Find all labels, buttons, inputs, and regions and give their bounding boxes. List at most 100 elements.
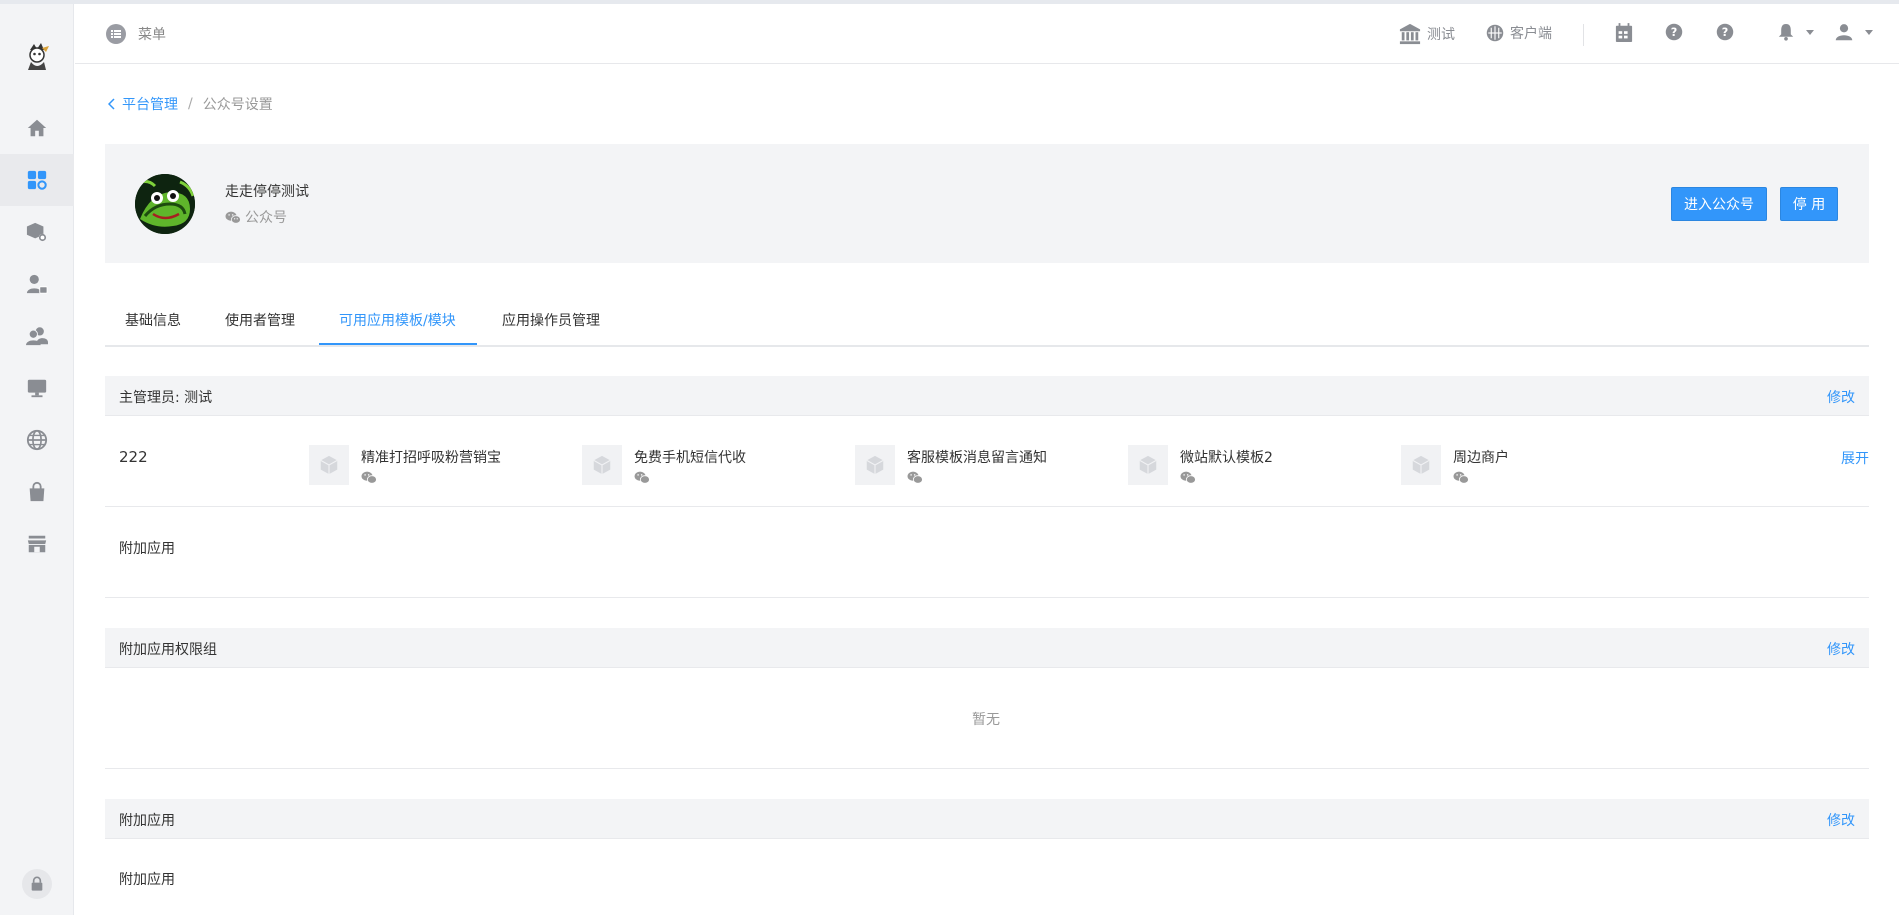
org-label: 测试 — [1427, 27, 1455, 43]
account-name: 走走停停测试 — [225, 184, 309, 200]
calendar-icon — [1615, 23, 1633, 42]
bank-icon — [1399, 23, 1421, 45]
sidebar-item-users[interactable] — [0, 310, 74, 362]
app-item[interactable]: 客服模板消息留言通知 — [855, 445, 1047, 488]
menu-label: 菜单 — [138, 27, 166, 43]
top-header: 菜单 测试 客户端 ? ? — [75, 4, 1899, 64]
section-extra-apps-edit-link[interactable]: 修改 — [1827, 810, 1855, 830]
store-icon — [27, 535, 47, 553]
question-icon: ? — [1665, 23, 1683, 41]
calendar-button[interactable] — [1615, 23, 1639, 43]
tab-basic-info[interactable]: 基础信息 — [125, 310, 181, 330]
account-card: 走走停停测试 公众号 进入公众号 停 用 — [105, 144, 1869, 263]
box-gear-icon — [26, 222, 47, 242]
svg-text:?: ? — [1722, 26, 1729, 39]
row-divider — [105, 506, 1869, 507]
shopping-bag-icon — [29, 481, 45, 502]
account-type: 公众号 — [225, 207, 287, 227]
list-icon — [106, 24, 126, 44]
app-name: 精准打招呼吸粉营销宝 — [361, 450, 501, 466]
client-label: 客户端 — [1510, 26, 1552, 42]
breadcrumb-parent-label: 平台管理 — [122, 97, 178, 113]
help-docs-button[interactable]: ? — [1716, 23, 1740, 41]
tab-users[interactable]: 使用者管理 — [225, 310, 295, 330]
org-switcher[interactable]: 测试 — [1399, 23, 1455, 45]
app-name: 客服模板消息留言通知 — [907, 450, 1047, 466]
account-type-label: 公众号 — [245, 210, 287, 226]
section-permission-group-title: 附加应用权限组 — [119, 642, 217, 658]
app-name: 微站默认模板2 — [1180, 450, 1273, 466]
chevron-down-icon — [1806, 29, 1814, 35]
empty-state-text: 暂无 — [972, 712, 1000, 728]
app-item[interactable]: 精准打招呼吸粉营销宝 — [309, 445, 501, 488]
sidebar-item-modules[interactable] — [0, 206, 74, 258]
section-admin-edit-link[interactable]: 修改 — [1827, 387, 1855, 407]
home-icon — [27, 119, 47, 137]
app-logo[interactable] — [22, 40, 52, 74]
chevron-down-icon — [1865, 29, 1873, 35]
svg-text:?: ? — [1671, 26, 1678, 39]
breadcrumb-parent-link[interactable]: 平台管理 — [108, 94, 178, 114]
tab-app-operators[interactable]: 应用操作员管理 — [502, 310, 600, 330]
user-lock-icon — [26, 274, 48, 294]
account-avatar — [135, 174, 195, 234]
extra-apps-label: 附加应用 — [119, 541, 175, 557]
active-tab-indicator — [319, 343, 477, 345]
section-extra-apps-header: 附加应用 修改 — [105, 799, 1869, 839]
section-admin-header: 主管理员: 测试 修改 — [105, 376, 1869, 416]
wechat-icon — [361, 471, 501, 488]
sidebar-item-home[interactable] — [0, 102, 74, 154]
globe-icon — [26, 429, 48, 451]
cube-icon — [1401, 445, 1441, 485]
client-globe-icon — [1486, 24, 1504, 42]
app-item[interactable]: 周边商户 — [1401, 445, 1509, 488]
chevron-left-icon — [108, 98, 115, 110]
cube-icon — [1128, 445, 1168, 485]
tab-bar: 基础信息 使用者管理 可用应用模板/模块 应用操作员管理 — [105, 293, 1869, 347]
client-link[interactable]: 客户端 — [1486, 23, 1552, 43]
sidebar-item-apps[interactable] — [0, 154, 74, 206]
section-admin-title: 主管理员: 测试 — [119, 390, 213, 406]
sidebar — [0, 4, 74, 915]
wechat-icon — [634, 471, 746, 488]
wechat-icon — [907, 471, 1047, 488]
lock-screen-button[interactable] — [22, 869, 52, 899]
user-icon — [1835, 24, 1853, 41]
users-icon — [26, 327, 48, 346]
wechat-icon — [225, 211, 241, 224]
sidebar-item-sites[interactable] — [0, 414, 74, 466]
notifications-button[interactable] — [1778, 23, 1814, 41]
lock-icon — [31, 876, 43, 891]
breadcrumb-current: 公众号设置 — [202, 97, 273, 113]
tab-app-templates[interactable]: 可用应用模板/模块 — [339, 310, 456, 330]
sidebar-item-user-permissions[interactable] — [0, 258, 74, 310]
sidebar-item-store[interactable] — [0, 518, 74, 570]
app-group-name: 222 — [119, 448, 148, 466]
breadcrumb: 平台管理 / 公众号设置 — [108, 94, 273, 114]
disable-button[interactable]: 停 用 — [1780, 187, 1838, 221]
expand-link[interactable]: 展开 — [1841, 448, 1869, 468]
section-permission-group-header: 附加应用权限组 修改 — [105, 628, 1869, 668]
menu-button[interactable]: 菜单 — [106, 24, 166, 44]
cube-icon — [309, 445, 349, 485]
header-divider — [1583, 24, 1584, 46]
row-divider — [105, 768, 1869, 769]
enter-account-button[interactable]: 进入公众号 — [1671, 187, 1767, 221]
sidebar-item-shop[interactable] — [0, 466, 74, 518]
cube-icon — [855, 445, 895, 485]
app-item[interactable]: 免费手机短信代收 — [582, 445, 746, 488]
user-menu-button[interactable] — [1835, 23, 1873, 41]
question-circle-icon: ? — [1716, 23, 1734, 41]
extra-apps-content: 附加应用 — [119, 872, 175, 888]
wechat-icon — [1180, 471, 1273, 488]
app-name: 周边商户 — [1453, 450, 1509, 466]
apps-settings-icon — [27, 170, 47, 190]
wechat-icon — [1453, 471, 1509, 488]
bell-icon — [1778, 24, 1794, 41]
app-item[interactable]: 微站默认模板2 — [1128, 445, 1273, 488]
app-name: 免费手机短信代收 — [634, 450, 746, 466]
sidebar-item-system[interactable] — [0, 362, 74, 414]
help-button[interactable]: ? — [1665, 23, 1689, 41]
breadcrumb-separator: / — [188, 96, 193, 112]
section-permission-group-edit-link[interactable]: 修改 — [1827, 639, 1855, 659]
